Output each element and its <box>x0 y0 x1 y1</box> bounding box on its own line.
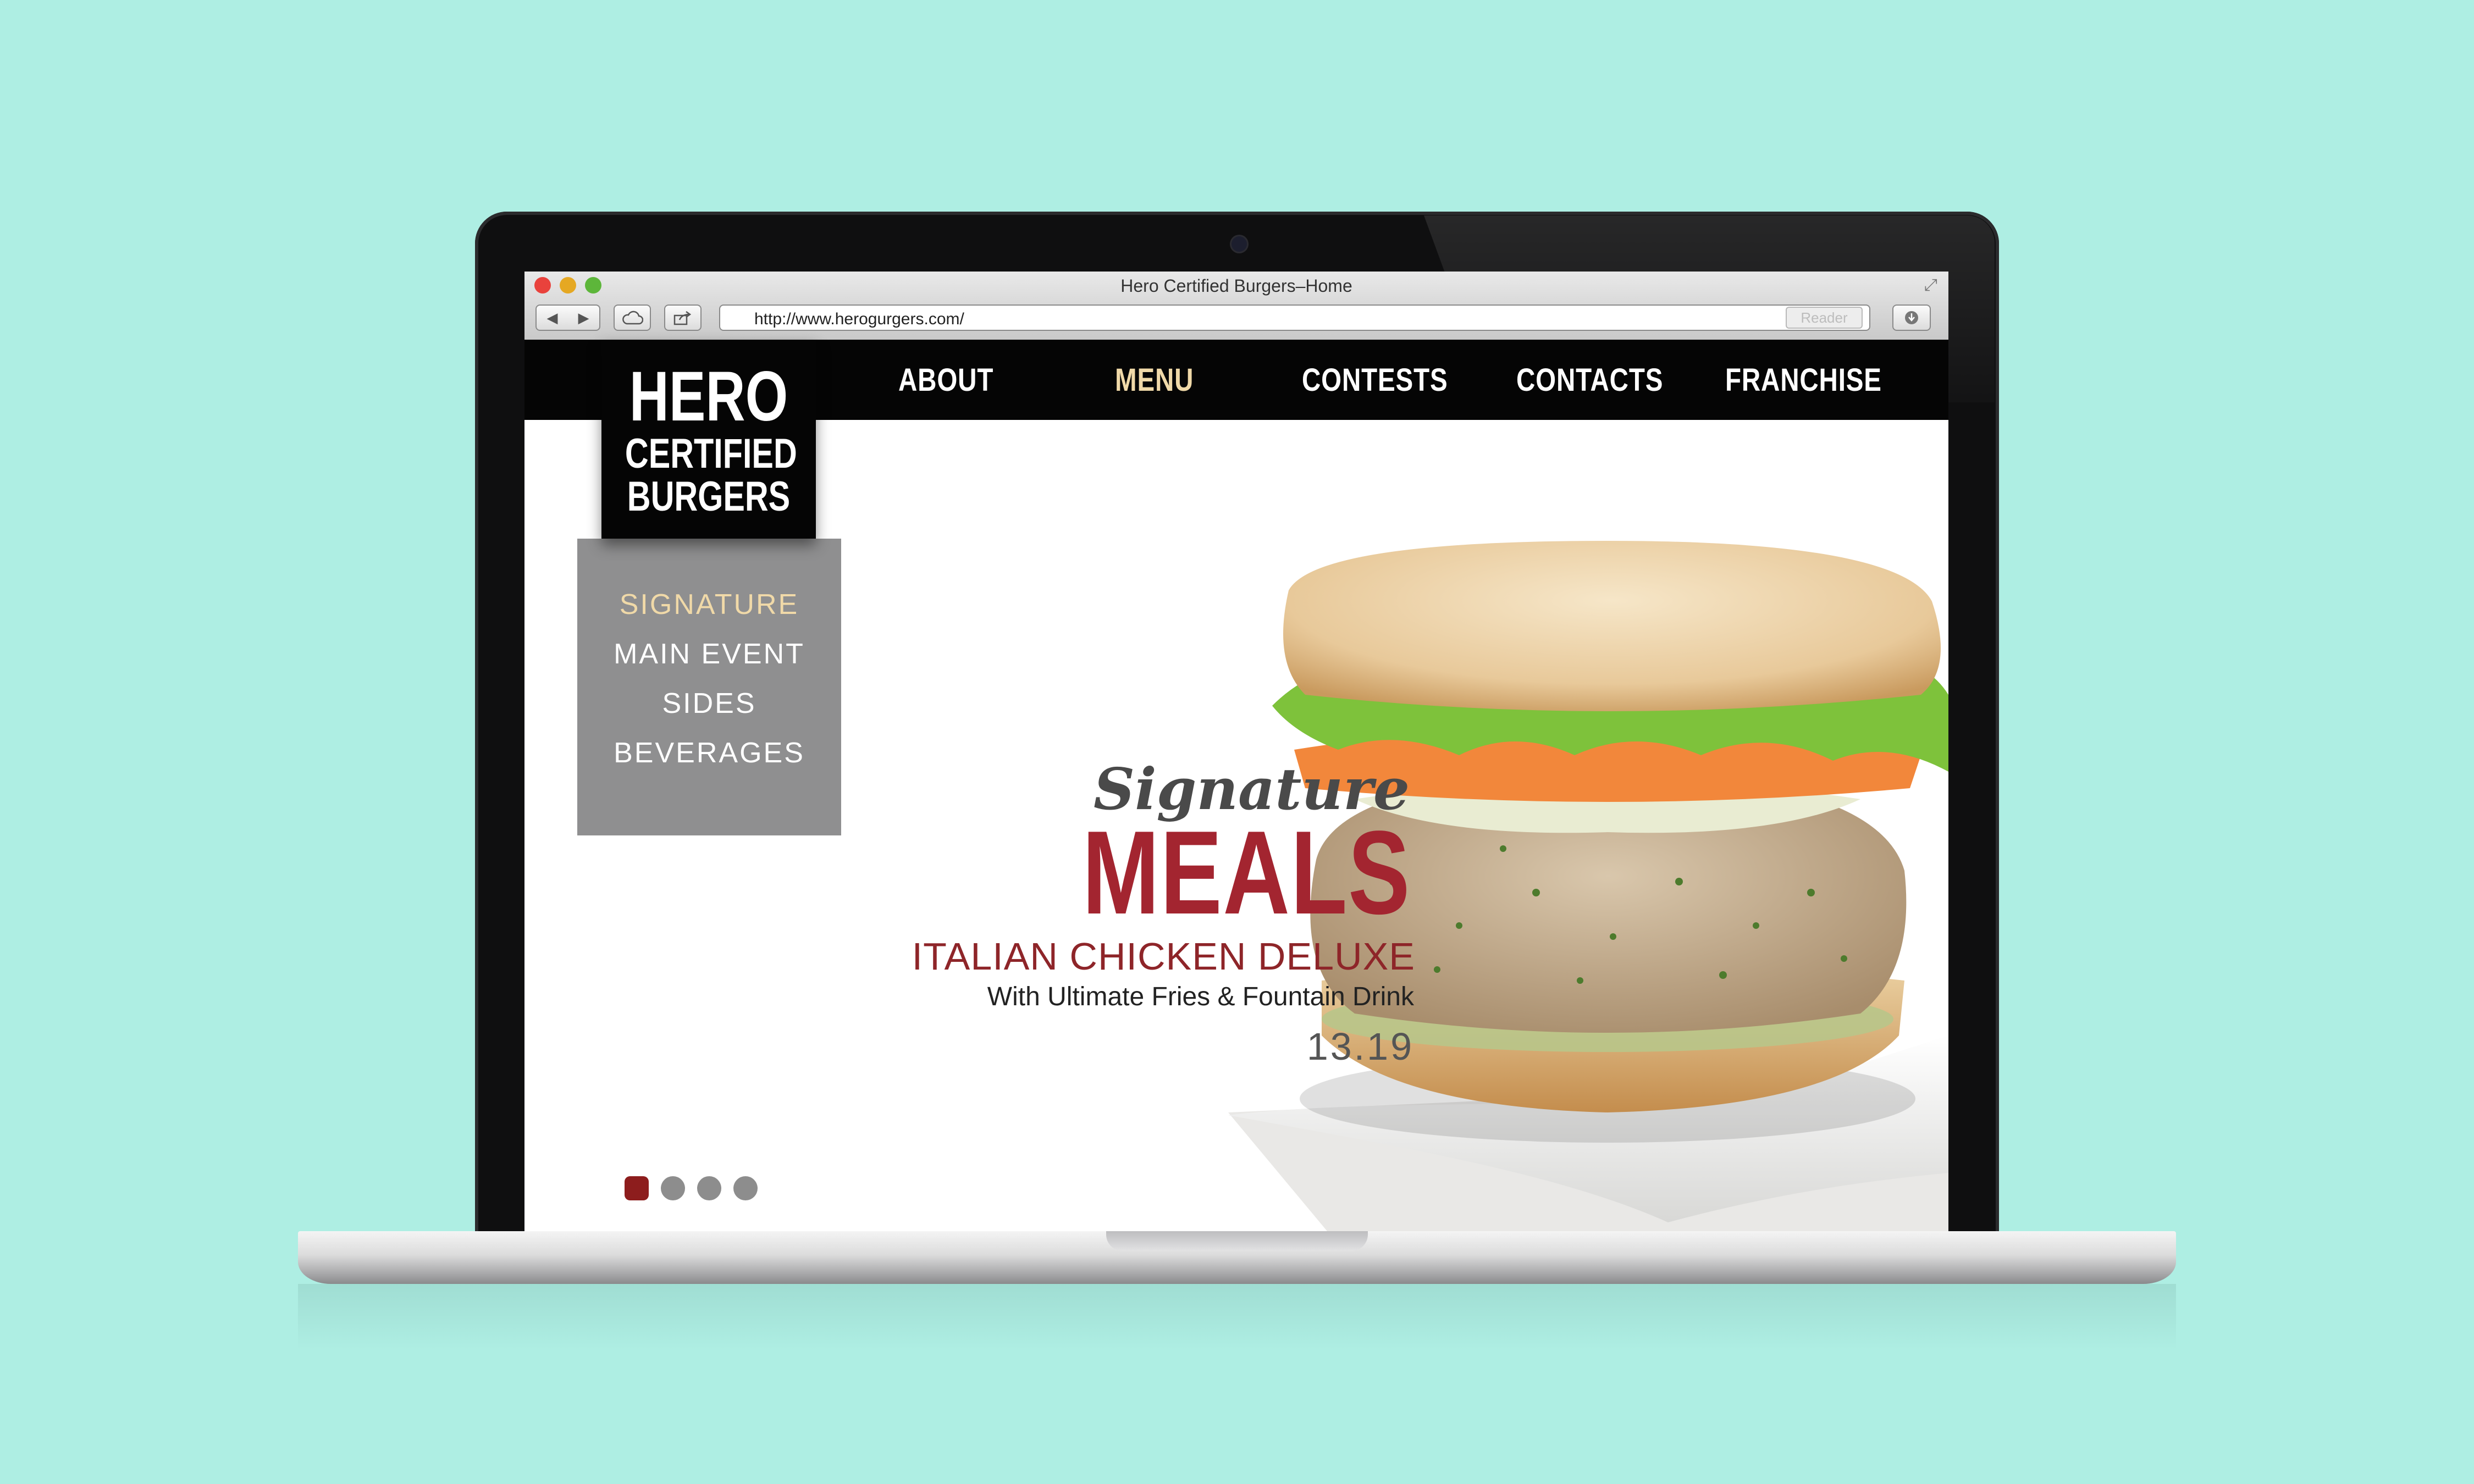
slider-dot-4[interactable] <box>733 1176 758 1200</box>
screen: Hero Certified Burgers–Home ⤢ ◀ ▶ http:/… <box>524 272 1948 1231</box>
submenu-sides[interactable]: SIDES <box>577 687 841 720</box>
menu-submenu: SIGNATURE MAIN EVENT SIDES BEVERAGES <box>577 539 841 835</box>
camera-icon <box>1232 236 1247 252</box>
nav-contests[interactable]: CONTESTS <box>1302 362 1448 398</box>
back-icon[interactable]: ◀ <box>537 309 568 326</box>
reader-button[interactable]: Reader <box>1786 307 1863 329</box>
promo-description: With Ultimate Fries & Fountain Drink <box>987 982 1414 1011</box>
nav-about[interactable]: ABOUT <box>898 362 993 398</box>
nav-contacts[interactable]: CONTACTS <box>1516 362 1663 398</box>
logo-line-1: HERO <box>629 357 788 436</box>
laptop-notch <box>1106 1231 1368 1251</box>
forward-icon[interactable]: ▶ <box>568 309 599 326</box>
back-forward-buttons: ◀ ▶ <box>535 304 600 331</box>
share-icon <box>673 311 692 325</box>
submenu-beverages[interactable]: BEVERAGES <box>577 737 841 769</box>
slider-pagination <box>625 1176 758 1200</box>
logo-line-3: BURGERS <box>627 473 791 520</box>
nav-franchise[interactable]: FRANCHISE <box>1725 362 1882 398</box>
slider-dot-3[interactable] <box>697 1176 721 1200</box>
slider-dot-2[interactable] <box>661 1176 685 1200</box>
logo-line-2: CERTIFIED <box>625 430 797 477</box>
fullscreen-icon[interactable]: ⤢ <box>1924 276 1937 295</box>
promo-item-name: ITALIAN CHICKEN DELUXE <box>912 935 1415 978</box>
laptop-reflection <box>298 1284 2176 1350</box>
promo-title: MEALS <box>1082 806 1411 939</box>
promo-price: 13.19 <box>1306 1025 1414 1068</box>
slider-dot-1[interactable] <box>625 1176 649 1200</box>
address-bar[interactable]: http://www.herogurgers.com/ ↻ <box>719 304 1870 331</box>
icloud-icon <box>622 311 643 325</box>
submenu-main-event[interactable]: MAIN EVENT <box>577 638 841 671</box>
window-title: Hero Certified Burgers–Home <box>1120 276 1352 296</box>
icloud-button[interactable] <box>614 304 651 331</box>
share-button[interactable] <box>664 304 702 331</box>
download-button[interactable] <box>1892 304 1931 331</box>
browser-toolbar: Hero Certified Burgers–Home ⤢ ◀ ▶ http:/… <box>524 272 1948 341</box>
download-icon <box>1905 311 1918 324</box>
url-text: http://www.herogurgers.com/ <box>754 310 964 328</box>
site-logo[interactable]: HERO CERTIFIED BURGERS <box>601 340 816 539</box>
nav-menu[interactable]: MENU <box>1115 362 1194 398</box>
submenu-signature[interactable]: SIGNATURE <box>577 588 841 621</box>
